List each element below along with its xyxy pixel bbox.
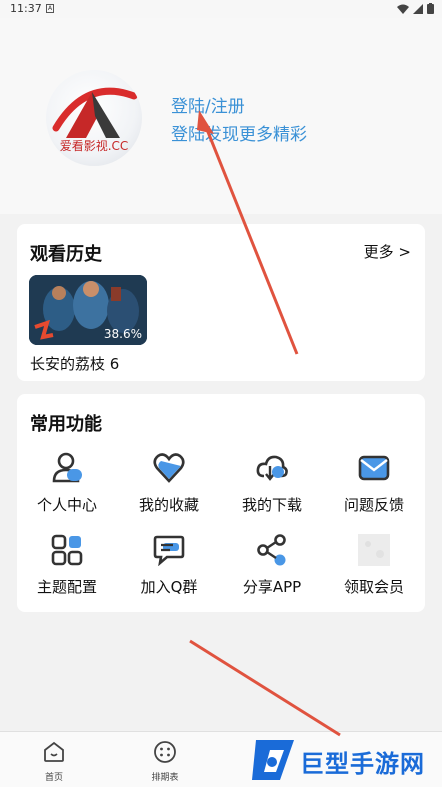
- func-downloads[interactable]: 我的下载: [222, 452, 322, 522]
- func-feedback[interactable]: 问题反馈: [324, 452, 424, 522]
- status-bar: 11:37 A: [0, 0, 442, 18]
- history-item-title[interactable]: 长安的荔枝 6: [30, 353, 119, 374]
- avatar-brand-text: 爱看影视.CC: [59, 139, 129, 153]
- functions-title: 常用功能: [30, 414, 102, 435]
- status-icons: [397, 3, 434, 14]
- func-get-vip[interactable]: 领取会员: [324, 534, 424, 604]
- share-icon: [257, 534, 286, 566]
- schedule-icon: [154, 741, 176, 763]
- grid-icon: [51, 534, 83, 566]
- login-register-link[interactable]: 登陆/注册: [171, 92, 245, 117]
- history-item-poster[interactable]: 38.6%: [29, 275, 147, 345]
- watch-history-card: 观看历史 更多 > 38.6% 长安的荔枝 6: [17, 224, 425, 381]
- watermark-logo-icon: [252, 740, 294, 780]
- user-icon: [52, 452, 82, 483]
- mail-icon: [358, 455, 390, 481]
- func-qq-group[interactable]: 加入Q群: [119, 534, 219, 604]
- history-item-progress: 38.6%: [103, 327, 142, 341]
- tab-label: 首页: [44, 773, 63, 783]
- login-subtitle[interactable]: 登陆发现更多精彩: [171, 120, 307, 145]
- history-more-link[interactable]: 更多 >: [364, 241, 411, 262]
- func-label: 主题配置: [36, 578, 97, 596]
- func-profile[interactable]: 个人中心: [17, 452, 117, 522]
- func-label: 分享APP: [242, 578, 302, 596]
- notification-icon: A: [46, 4, 54, 13]
- func-label: 个人中心: [36, 496, 97, 514]
- func-share[interactable]: 分享APP: [222, 534, 322, 604]
- tab-schedule[interactable]: 排期表: [135, 738, 195, 784]
- tab-home[interactable]: 首页: [24, 738, 84, 784]
- watermark-text: 巨型手游网: [300, 750, 425, 778]
- home-icon: [44, 741, 64, 762]
- arrow-to-bottom: [189, 639, 341, 737]
- signal-icon: [413, 3, 423, 14]
- watermark: 巨型手游网: [248, 734, 440, 786]
- heart-icon: [153, 453, 185, 483]
- func-label: 我的收藏: [138, 496, 199, 514]
- func-favorites[interactable]: 我的收藏: [119, 452, 219, 522]
- common-functions-card: 常用功能 个人中心 我的收藏 我的下载 问题反馈 主题配置 加入Q群 分享APP…: [17, 394, 425, 612]
- func-label: 问题反馈: [343, 496, 404, 514]
- battery-icon: [427, 3, 434, 14]
- profile-header: 爱看影视.CC 登陆/注册 登陆发现更多精彩: [0, 18, 442, 214]
- status-time: 11:37: [10, 2, 42, 15]
- func-label: 领取会员: [343, 578, 404, 596]
- cloud-download-icon: [256, 455, 288, 481]
- func-label: 加入Q群: [140, 578, 198, 596]
- placeholder-icon: [358, 534, 390, 566]
- tab-label: 排期表: [151, 773, 179, 783]
- func-label: 我的下载: [241, 496, 302, 514]
- wifi-icon: [397, 4, 409, 14]
- chat-icon: [153, 535, 185, 566]
- history-title: 观看历史: [30, 244, 102, 265]
- func-theme[interactable]: 主题配置: [17, 534, 117, 604]
